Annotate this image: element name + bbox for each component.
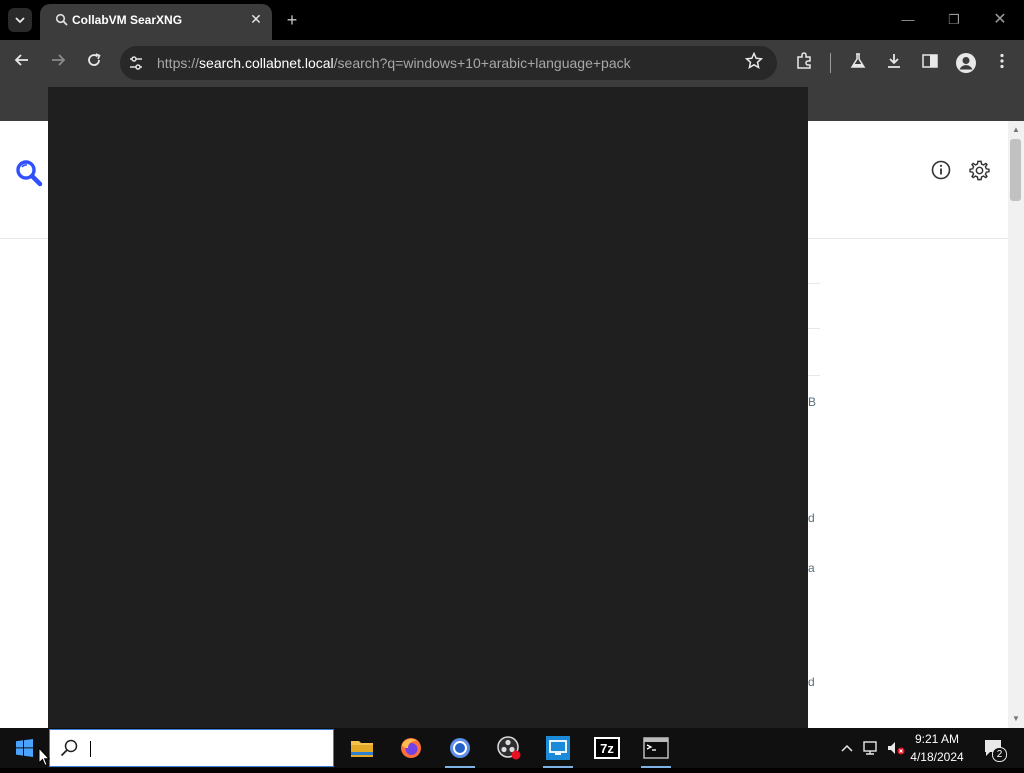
result-fragment: B	[808, 395, 817, 409]
result-fragment: a	[808, 561, 815, 575]
search-icon	[58, 737, 80, 759]
taskbar-search-input[interactable]	[49, 729, 334, 767]
clock-date[interactable]: 4/18/2024	[904, 750, 970, 764]
forward-icon[interactable]	[46, 52, 70, 76]
notification-count-badge: 2	[992, 747, 1007, 762]
result-divider	[808, 328, 820, 329]
minimize-icon[interactable]: —	[898, 10, 918, 30]
scroll-up-icon[interactable]: ▲	[1008, 123, 1024, 137]
close-tab-icon[interactable]: ✕	[248, 11, 264, 27]
result-divider	[808, 375, 820, 376]
show-hidden-icons-icon[interactable]	[838, 738, 856, 758]
mouse-cursor-icon	[38, 746, 51, 767]
side-panel-icon[interactable]	[918, 52, 942, 76]
url-scheme: https://	[157, 55, 200, 71]
chevron-down-icon	[15, 17, 25, 24]
scrollbar-thumb[interactable]	[1010, 139, 1021, 201]
page-scrollbar[interactable]	[1008, 121, 1024, 728]
extensions-icon[interactable]	[792, 52, 816, 76]
text-caret	[90, 741, 91, 757]
url-text[interactable]: https://search.collabnet.local/search?q=…	[157, 55, 631, 71]
gear-icon[interactable]	[968, 159, 991, 182]
command-prompt-icon[interactable]	[640, 732, 672, 764]
scroll-down-icon[interactable]: ▼	[1008, 712, 1024, 726]
url-path: /search?q=windows+10+arabic+language+pac…	[333, 55, 631, 71]
new-tab-button[interactable]: +	[282, 10, 302, 30]
info-icon[interactable]	[930, 159, 952, 181]
tab-title: CollabVM SearXNG	[72, 13, 183, 27]
labs-flask-icon[interactable]	[846, 52, 870, 76]
firefox-icon[interactable]	[395, 732, 427, 764]
start-menu-panel	[48, 87, 808, 728]
network-icon[interactable]	[861, 738, 881, 758]
favicon-icon	[54, 12, 68, 26]
close-window-icon[interactable]: ✕	[990, 10, 1010, 30]
result-fragment: d	[808, 511, 815, 525]
result-divider	[808, 283, 820, 284]
obs-studio-icon[interactable]	[493, 732, 525, 764]
7-zip-icon[interactable]: 7z	[591, 732, 623, 764]
toolbar-divider	[830, 53, 831, 73]
clock-time[interactable]: 9:21 AM	[904, 732, 970, 746]
site-info-icon[interactable]	[127, 54, 145, 72]
browser-menu-icon[interactable]	[990, 52, 1014, 76]
result-fragment: d	[808, 675, 815, 689]
chrome-icon[interactable]	[444, 732, 476, 764]
tab-search-button[interactable]	[8, 8, 32, 32]
restore-icon[interactable]: ❐	[944, 10, 964, 30]
reload-icon[interactable]	[82, 52, 106, 76]
searxng-logo-icon[interactable]	[14, 158, 44, 188]
downloads-icon[interactable]	[882, 52, 906, 76]
profile-avatar-icon[interactable]	[954, 52, 978, 76]
file-explorer-icon[interactable]	[346, 732, 378, 764]
bookmark-star-icon[interactable]	[742, 51, 766, 76]
action-center-button[interactable]: 2	[982, 736, 1007, 762]
url-host: search.collabnet.local	[199, 55, 334, 71]
svg-text:7z: 7z	[600, 741, 614, 756]
back-icon[interactable]	[10, 52, 34, 76]
remote-desktop-icon[interactable]	[542, 732, 574, 764]
